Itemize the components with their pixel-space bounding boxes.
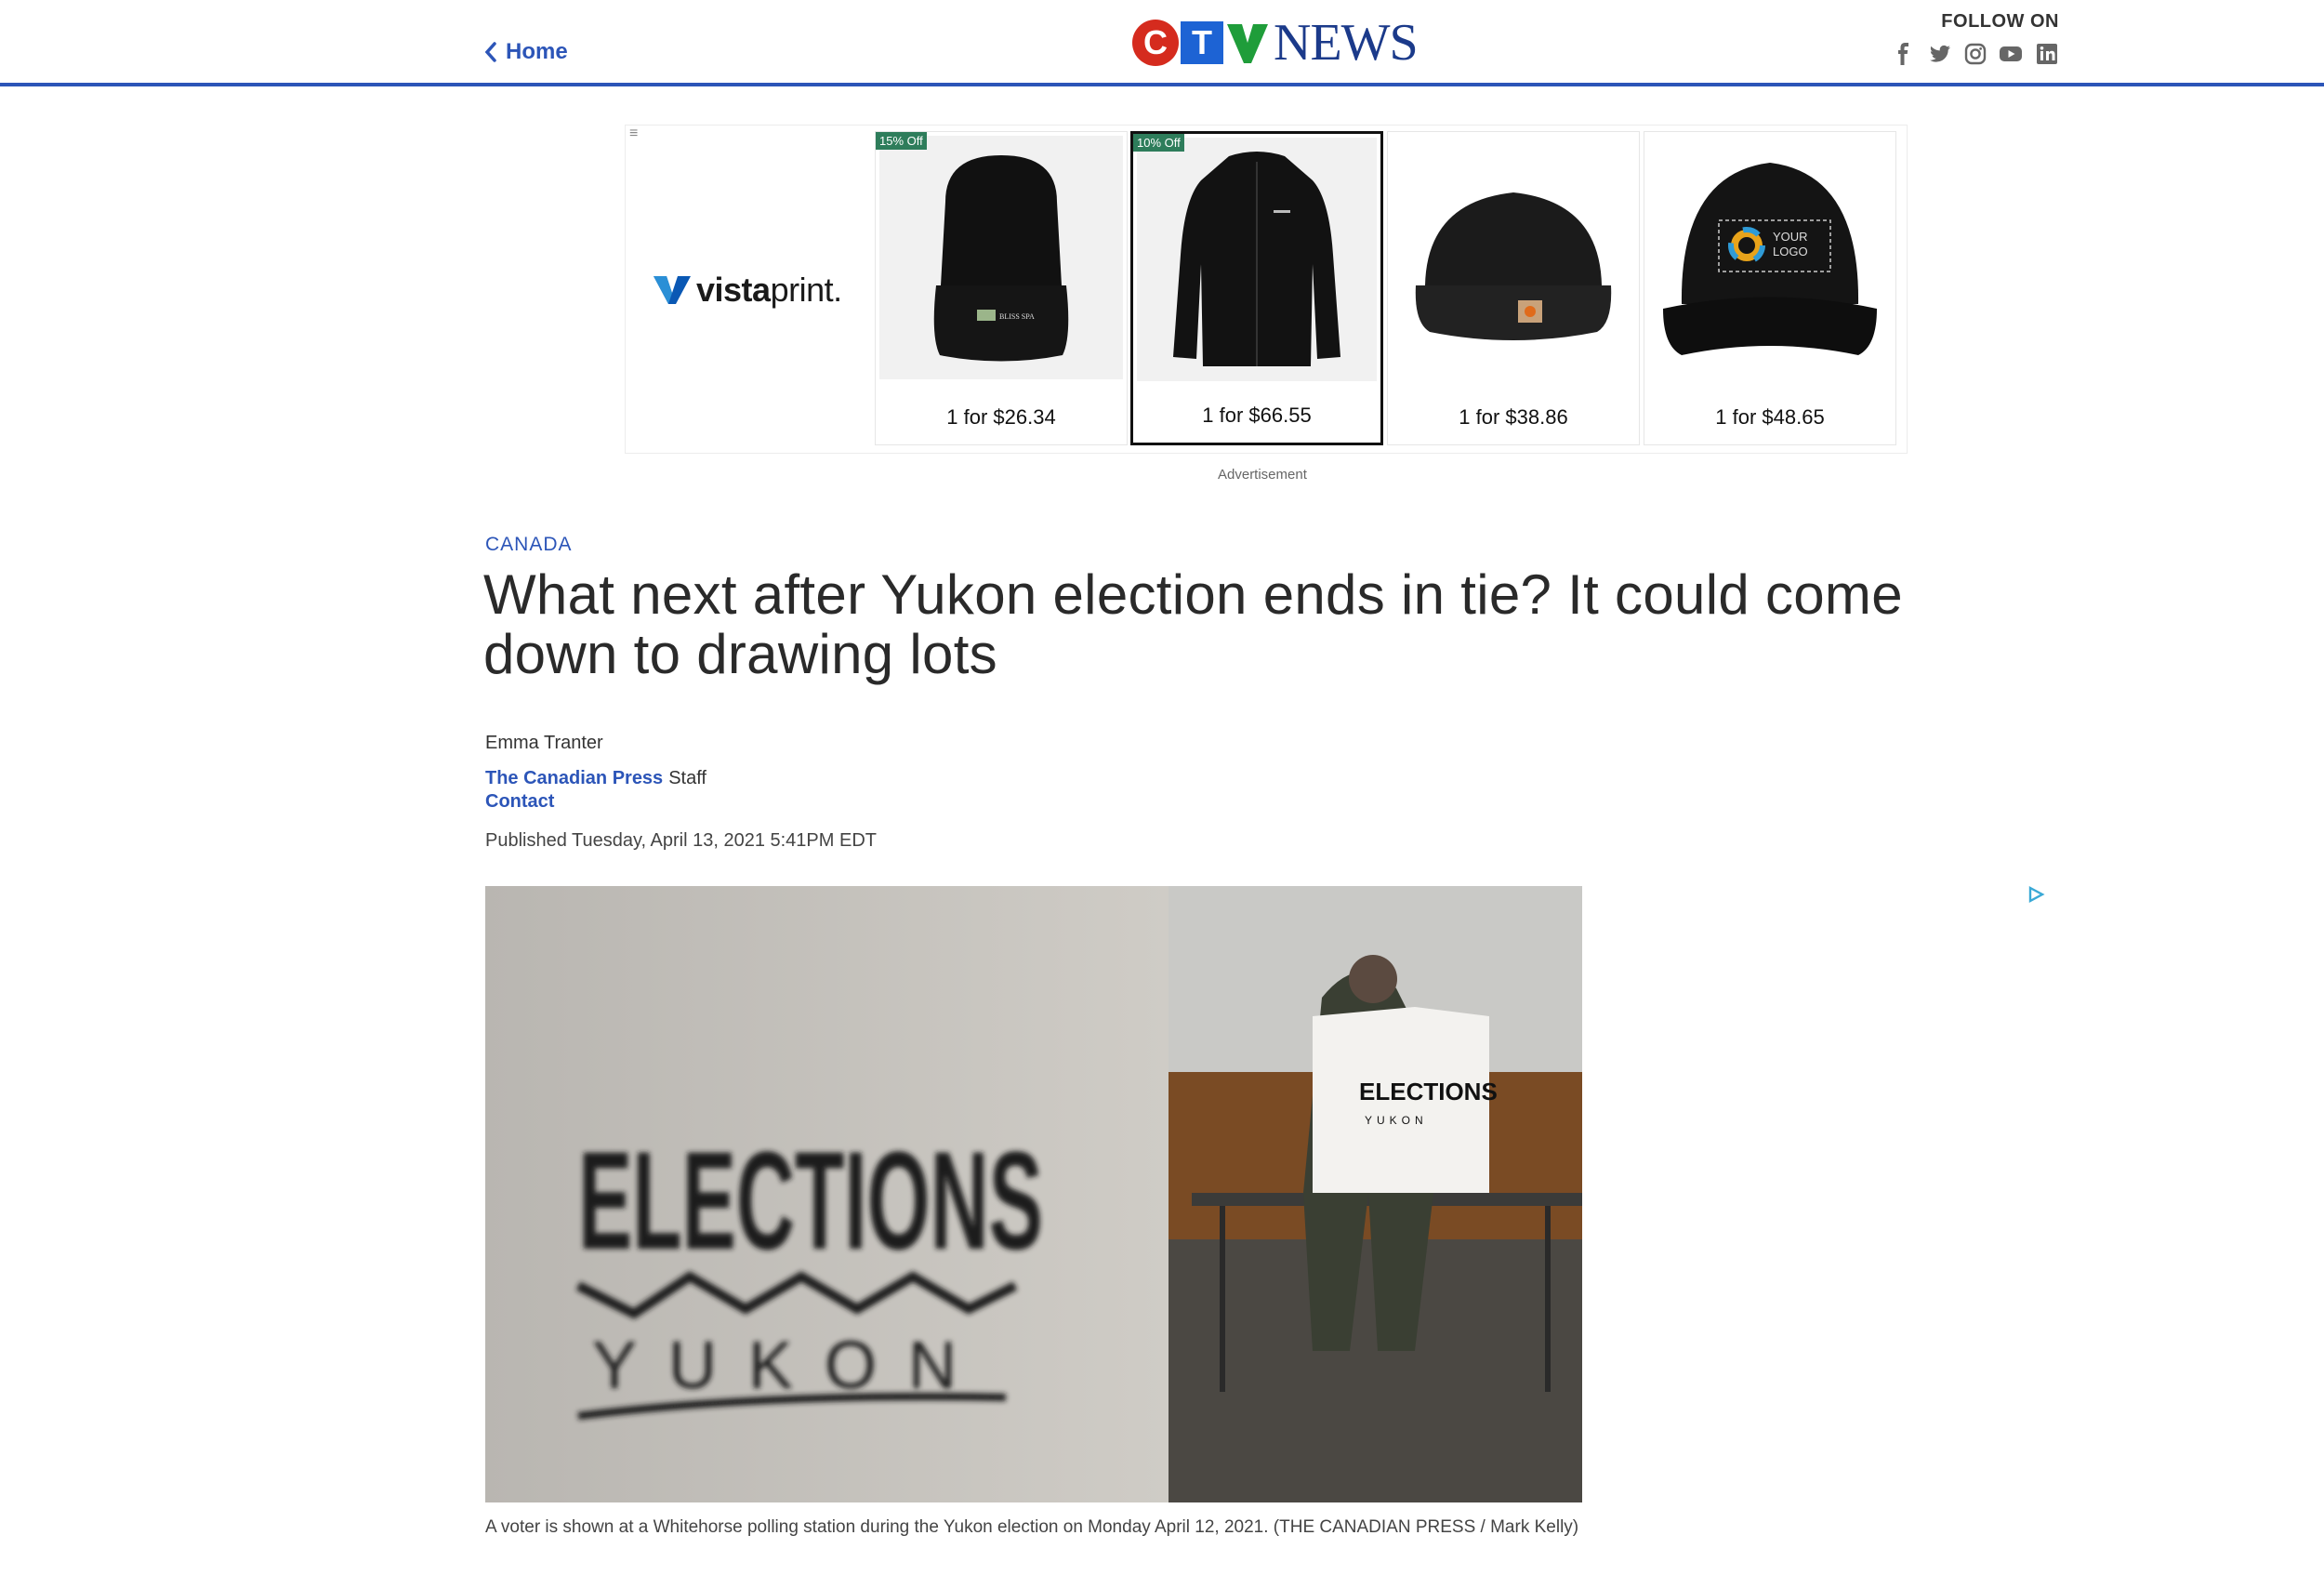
article-author: Emma Tranter: [485, 733, 603, 753]
contact-link[interactable]: Contact: [485, 791, 554, 813]
sign-subtitle: YUKON: [592, 1329, 988, 1403]
cap-logo-text-2: LOGO: [1773, 245, 1808, 258]
home-link-label: Home: [506, 39, 568, 64]
vistaprint-v-icon: [654, 276, 691, 304]
social-links: [1892, 42, 2059, 66]
ad-product-jacket[interactable]: 10% Off 1 for $66.55: [1130, 131, 1383, 445]
logo-word: NEWS: [1274, 14, 1419, 72]
ad-menu-icon[interactable]: ≡: [629, 126, 638, 142]
logo-letter-t: T: [1181, 21, 1223, 64]
ballot-box-title: ELECTIONS: [1359, 1078, 1498, 1105]
follow-on-label: FOLLOW ON: [1941, 11, 2059, 32]
logo-letter-v-icon: [1227, 24, 1268, 63]
sign-title: ELECTIONS: [578, 1122, 1043, 1278]
article-organization: The Canadian Press Staff: [485, 768, 706, 789]
jacket-image: [1137, 138, 1377, 381]
cap-image: YOUR LOGO: [1648, 136, 1892, 379]
instagram-icon[interactable]: [1963, 42, 1987, 66]
discount-badge: 15% Off: [876, 132, 927, 150]
organization-link[interactable]: The Canadian Press: [485, 768, 663, 788]
ad-product-carhartt-beanie[interactable]: 1 for $38.86: [1387, 131, 1640, 445]
site-header: Home C T NEWS FOLLOW ON: [0, 0, 2324, 86]
ad-product-cap[interactable]: YOUR LOGO 1 for $48.65: [1644, 131, 1896, 445]
carhartt-beanie-image: [1392, 136, 1635, 379]
photo-caption: A voter is shown at a Whitehorse polling…: [485, 1517, 1579, 1537]
product-price: 1 for $26.34: [946, 405, 1056, 429]
youtube-icon[interactable]: [1999, 42, 2023, 66]
vistaprint-logo[interactable]: vistaprint.: [654, 271, 842, 310]
author-role: Staff: [668, 768, 706, 788]
discount-badge: 10% Off: [1133, 134, 1184, 152]
product-price: 1 for $66.55: [1202, 404, 1312, 427]
ballot-box-subtitle: YUKON: [1365, 1114, 1428, 1127]
facebook-icon[interactable]: [1892, 42, 1916, 66]
logo-letter-c: C: [1132, 20, 1179, 66]
product-price: 1 for $38.86: [1459, 405, 1568, 429]
beanie-image: BLISS SPA: [879, 136, 1123, 379]
follow-on: FOLLOW ON: [1892, 11, 2059, 66]
ad-choices-icon[interactable]: [2027, 885, 2045, 904]
twitter-icon[interactable]: [1927, 42, 1951, 66]
home-link[interactable]: Home: [483, 39, 568, 65]
cap-logo-text-1: YOUR: [1773, 230, 1808, 244]
ctv-news-logo[interactable]: C T NEWS: [1132, 14, 1419, 72]
article-headline: What next after Yukon election ends in t…: [483, 563, 1903, 685]
article-photo[interactable]: ELECTIONS YUKON ELECTIONS YUKON: [485, 886, 1582, 1502]
linkedin-icon[interactable]: [2035, 42, 2059, 66]
advertisement-label: Advertisement: [1218, 467, 1307, 483]
beanie-logo-text: BLISS SPA: [999, 312, 1035, 321]
vistaprint-ad[interactable]: ≡ vistaprint. 15% Off BLISS SPA 1 for $2…: [625, 125, 1908, 454]
vistaprint-wordmark: vistaprint.: [696, 271, 842, 309]
ad-product-beanie[interactable]: 15% Off BLISS SPA 1 for $26.34: [875, 131, 1128, 445]
product-price: 1 for $48.65: [1715, 405, 1825, 429]
article-category[interactable]: CANADA: [485, 534, 573, 556]
chevron-left-icon: [484, 42, 496, 62]
published-date: Published Tuesday, April 13, 2021 5:41PM…: [485, 830, 877, 851]
